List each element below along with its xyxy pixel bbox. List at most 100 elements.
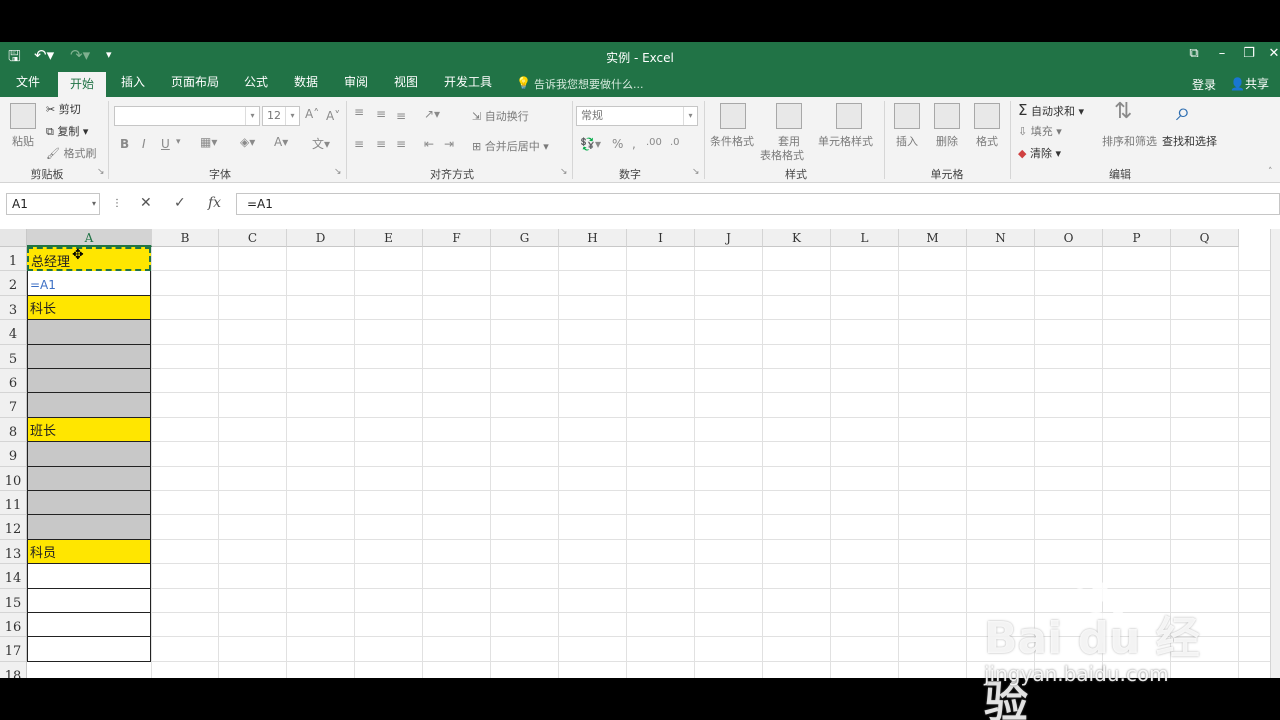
cell-a14[interactable] [27,564,151,589]
row-header-1[interactable]: 1 [0,247,27,272]
dialog-launcher-icon[interactable]: ↘ [97,167,105,177]
dialog-launcher-icon[interactable]: ↘ [560,167,568,177]
column-header-a[interactable]: A [27,229,152,247]
tab-view[interactable]: 视图 [382,70,430,97]
currency-icon[interactable]: 💱▾ [580,137,601,151]
row-header-10[interactable]: 10 [0,466,27,491]
row-header-12[interactable]: 12 [0,515,27,540]
cell-a12[interactable] [27,515,151,540]
cell-a8[interactable]: 班长 [27,417,151,443]
cancel-icon[interactable]: ✕ [140,195,152,211]
magnifier-icon[interactable]: ⌕ [1176,97,1191,128]
cell-styles-icon[interactable] [836,103,862,129]
align-left-icon[interactable]: ≡ [354,137,364,151]
close-icon[interactable]: ✕ [1262,46,1280,61]
minimize-icon[interactable]: – [1210,46,1234,61]
number-format-combo[interactable]: 常规 ▾ [576,106,698,126]
align-center-icon[interactable]: ≡ [376,137,386,151]
column-header-l[interactable]: L [831,229,899,247]
shrink-font-icon[interactable]: A˅ [326,109,340,123]
row-header-15[interactable]: 15 [0,588,27,613]
row-header-4[interactable]: 4 [0,320,27,345]
row-header-5[interactable]: 5 [0,344,27,369]
row-header-13[interactable]: 13 [0,539,27,565]
clear-button[interactable]: ◆ 清除 ▾ [1018,145,1061,161]
column-header-h[interactable]: H [559,229,627,247]
delete-cells-button[interactable]: 删除 [936,133,958,149]
tab-home[interactable]: 开始 [58,70,107,97]
format-cells-icon[interactable] [974,103,1000,129]
row-header-16[interactable]: 16 [0,613,27,638]
tab-data[interactable]: 数据 [282,70,330,97]
row-header-18[interactable]: 18 [0,661,27,678]
align-right-icon[interactable]: ≡ [396,137,406,151]
collapse-ribbon-icon[interactable]: ˄ [1268,167,1273,177]
name-box[interactable]: A1 ▾ [6,193,100,215]
cell-a2[interactable]: =A1 [27,271,151,296]
format-painter-button[interactable]: 🖌 格式刷 [46,145,96,161]
insert-cells-icon[interactable] [894,103,920,129]
cell-styles-button[interactable]: 单元格样式 [818,133,873,149]
cell-a1[interactable]: 总经理 [27,247,151,272]
row-header-17[interactable]: 17 [0,637,27,662]
row-header-6[interactable]: 6 [0,369,27,394]
fill-color-icon[interactable]: ◈▾ [240,135,255,149]
cell-a16[interactable] [27,613,151,638]
cell-a7[interactable] [27,393,151,418]
tell-me-box[interactable]: 告诉我您想要做什么... [534,76,644,92]
align-top-icon[interactable]: ≡ [354,105,364,119]
cell-a4[interactable] [27,320,151,345]
comma-icon[interactable]: , [632,137,636,151]
column-header-o[interactable]: O [1035,229,1103,247]
sign-in-link[interactable]: 登录 [1192,76,1216,93]
formula-input[interactable]: =A1 [236,193,1280,215]
conditional-formatting-icon[interactable] [720,103,746,129]
column-header-m[interactable]: M [899,229,967,247]
cell-a11[interactable] [27,491,151,516]
format-as-table-icon[interactable] [776,103,802,129]
tab-page-layout[interactable]: 页面布局 [159,70,231,97]
insert-cells-button[interactable]: 插入 [896,133,918,149]
column-header-b[interactable]: B [152,229,219,247]
dialog-launcher-icon[interactable]: ↘ [692,167,700,177]
cell-a15[interactable] [27,588,151,613]
cell-a10[interactable] [27,466,151,491]
decrease-decimal-icon[interactable]: .0 [670,137,680,148]
tab-formulas[interactable]: 公式 [232,70,280,97]
increase-decimal-icon[interactable]: .00 [646,137,662,148]
select-all-corner[interactable] [0,229,27,247]
column-header-k[interactable]: K [763,229,831,247]
column-header-c[interactable]: C [219,229,287,247]
row-header-7[interactable]: 7 [0,393,27,418]
column-header-q[interactable]: Q [1171,229,1239,247]
cell-a17[interactable] [27,637,151,662]
row-header-8[interactable]: 8 [0,417,27,443]
font-name-combo[interactable]: ▾ [114,106,260,126]
row-header-14[interactable]: 14 [0,564,27,589]
fill-button[interactable]: ⇩ 填充 ▾ [1018,123,1062,139]
chevron-down-icon[interactable]: ▾ [176,137,181,147]
cell-a9[interactable] [27,442,151,467]
column-header-g[interactable]: G [491,229,559,247]
conditional-formatting-button[interactable]: 条件格式 [710,133,754,149]
insert-function-icon[interactable]: fx [208,195,221,211]
cell-a13[interactable]: 科员 [27,539,151,565]
cell-a6[interactable] [27,369,151,394]
tab-file[interactable]: 文件 [4,70,52,97]
merge-center-button[interactable]: ⊞ 合并后居中 ▾ [472,138,549,154]
column-header-f[interactable]: F [423,229,491,247]
cell-a3[interactable]: 科长 [27,295,151,321]
increase-indent-icon[interactable]: ⇥ [444,137,454,151]
underline-icon[interactable]: U [161,137,170,151]
column-header-n[interactable]: N [967,229,1035,247]
tab-review[interactable]: 审阅 [332,70,380,97]
column-header-e[interactable]: E [355,229,423,247]
row-header-2[interactable]: 2 [0,271,27,296]
column-header-p[interactable]: P [1103,229,1171,247]
row-header-3[interactable]: 3 [0,295,27,321]
sort-filter-icon[interactable]: ⇅ [1114,99,1132,124]
percent-icon[interactable]: % [612,137,623,151]
column-header-d[interactable]: D [287,229,355,247]
ribbon-display-icon[interactable]: ⧉ [1182,46,1206,61]
vertical-scrollbar[interactable] [1270,229,1280,678]
